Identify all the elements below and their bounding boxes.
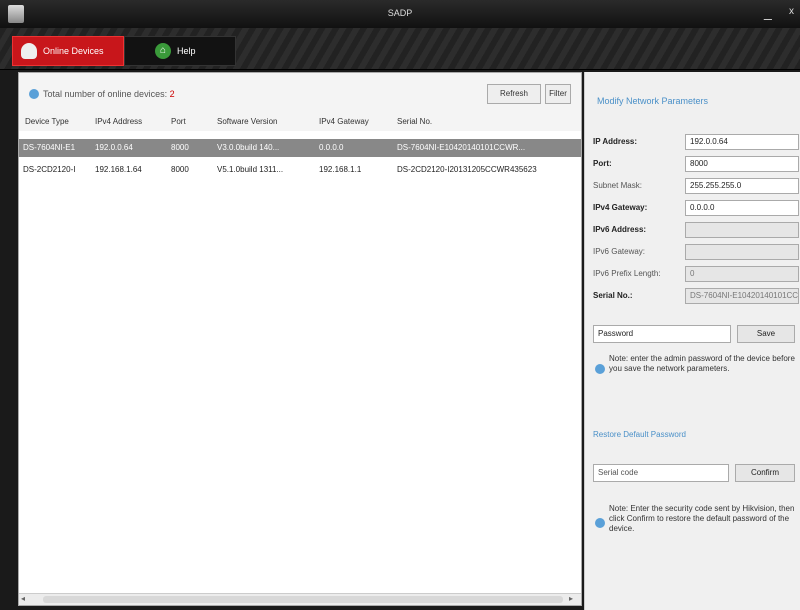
ipv6-address-field (685, 222, 799, 238)
serial-no-label: Serial No.: (593, 291, 633, 300)
cell-serial-no: DS-7604NI-E10420140101CCWR... (397, 143, 526, 152)
cell-ipv4-gateway: 192.168.1.1 (319, 165, 362, 174)
device-count: Total number of online devices: 2 (43, 89, 175, 99)
cell-serial-no: DS-2CD2120-I20131205CCWR435623 (397, 165, 537, 174)
subnet-mask-label: Subnet Mask: (593, 181, 642, 190)
scroll-right-arrow-icon[interactable]: ▸ (569, 594, 573, 603)
window-title: SADP (387, 8, 413, 18)
serial-no-field: DS-7604NI-E10420140101CCWR... (685, 288, 799, 304)
table-row[interactable]: DS-2CD2120-I 192.168.1.64 8000 V5.1.0bui… (19, 161, 581, 179)
restore-default-password-link[interactable]: Restore Default Password (593, 430, 686, 439)
cell-port: 8000 (171, 143, 189, 152)
column-header-serial-no[interactable]: Serial No. (397, 113, 567, 131)
tab-online-devices[interactable]: Online Devices (12, 36, 124, 66)
help-icon: ⌂ (155, 43, 171, 59)
device-user-icon (21, 43, 37, 59)
cell-device-type: DS-2CD2120-I (23, 165, 76, 174)
modify-parameters-pane: Modify Network Parameters IP Address: 19… (584, 72, 800, 610)
cell-software-version: V3.0.0build 140... (217, 143, 280, 152)
cell-ipv4-gateway: 0.0.0.0 (319, 143, 344, 152)
column-header-software-version[interactable]: Software Version (217, 113, 313, 131)
column-header-ipv4-gateway[interactable]: IPv4 Gateway (319, 113, 391, 131)
scroll-left-arrow-icon[interactable]: ◂ (21, 594, 25, 603)
column-header-port[interactable]: Port (171, 113, 211, 131)
confirm-button[interactable]: Confirm (735, 464, 795, 482)
ipv4-gateway-field[interactable]: 0.0.0.0 (685, 200, 799, 216)
tab-help[interactable]: ⌂ Help (124, 36, 236, 66)
ipv6-gateway-label: IPv6 Gateway: (593, 247, 646, 256)
ip-address-label: IP Address: (593, 137, 638, 146)
cell-port: 8000 (171, 165, 189, 174)
column-header-device-type[interactable]: Device Type (25, 113, 89, 131)
save-button[interactable]: Save (737, 325, 795, 343)
title-bar: SADP _ x (0, 0, 800, 28)
ipv6-prefix-length-field: 0 (685, 266, 799, 282)
save-note: Note: enter the admin password of the de… (609, 354, 795, 373)
cell-ipv4-address: 192.168.1.64 (95, 165, 142, 174)
main-toolbar: Online Devices ⌂ Help (0, 28, 800, 70)
restore-note: Note: Enter the security code sent by Hi… (609, 504, 795, 533)
ipv6-prefix-length-label: IPv6 Prefix Length: (593, 269, 661, 278)
device-list-pane: Total number of online devices: 2 Refres… (18, 72, 582, 606)
column-header-ipv4-address[interactable]: IPv4 Address (95, 113, 165, 131)
subnet-mask-field[interactable]: 255.255.255.0 (685, 178, 799, 194)
pane-title: Modify Network Parameters (597, 96, 709, 106)
device-count-value: 2 (169, 89, 175, 99)
cell-software-version: V5.1.0build 1311... (217, 165, 284, 174)
ipv6-gateway-field (685, 244, 799, 260)
info-icon (29, 89, 39, 99)
ipv4-gateway-label: IPv4 Gateway: (593, 203, 648, 212)
ip-address-field[interactable]: 192.0.0.64 (685, 134, 799, 150)
device-count-label: Total number of online devices: (43, 89, 168, 99)
info-icon (595, 518, 605, 528)
refresh-button[interactable]: Refresh (487, 84, 541, 104)
cell-device-type: DS-7604NI-E1 (23, 143, 76, 152)
minimize-button[interactable]: _ (764, 4, 772, 20)
port-field[interactable]: 8000 (685, 156, 799, 172)
tab-help-label: Help (177, 46, 196, 56)
port-label: Port: (593, 159, 612, 168)
table-row[interactable]: DS-7604NI-E1 192.0.0.64 8000 V3.0.0build… (19, 139, 581, 157)
filter-button[interactable]: Filter (545, 84, 571, 104)
close-button[interactable]: x (789, 6, 794, 17)
tab-online-devices-label: Online Devices (43, 46, 104, 56)
horizontal-scrollbar[interactable]: ◂ ▸ (19, 593, 581, 605)
scrollbar-thumb[interactable] (43, 596, 563, 603)
cell-ipv4-address: 192.0.0.64 (95, 143, 133, 152)
security-code-input[interactable]: Serial code (593, 464, 729, 482)
password-input[interactable]: Password (593, 325, 731, 343)
ipv6-address-label: IPv6 Address: (593, 225, 647, 234)
info-icon (595, 364, 605, 374)
